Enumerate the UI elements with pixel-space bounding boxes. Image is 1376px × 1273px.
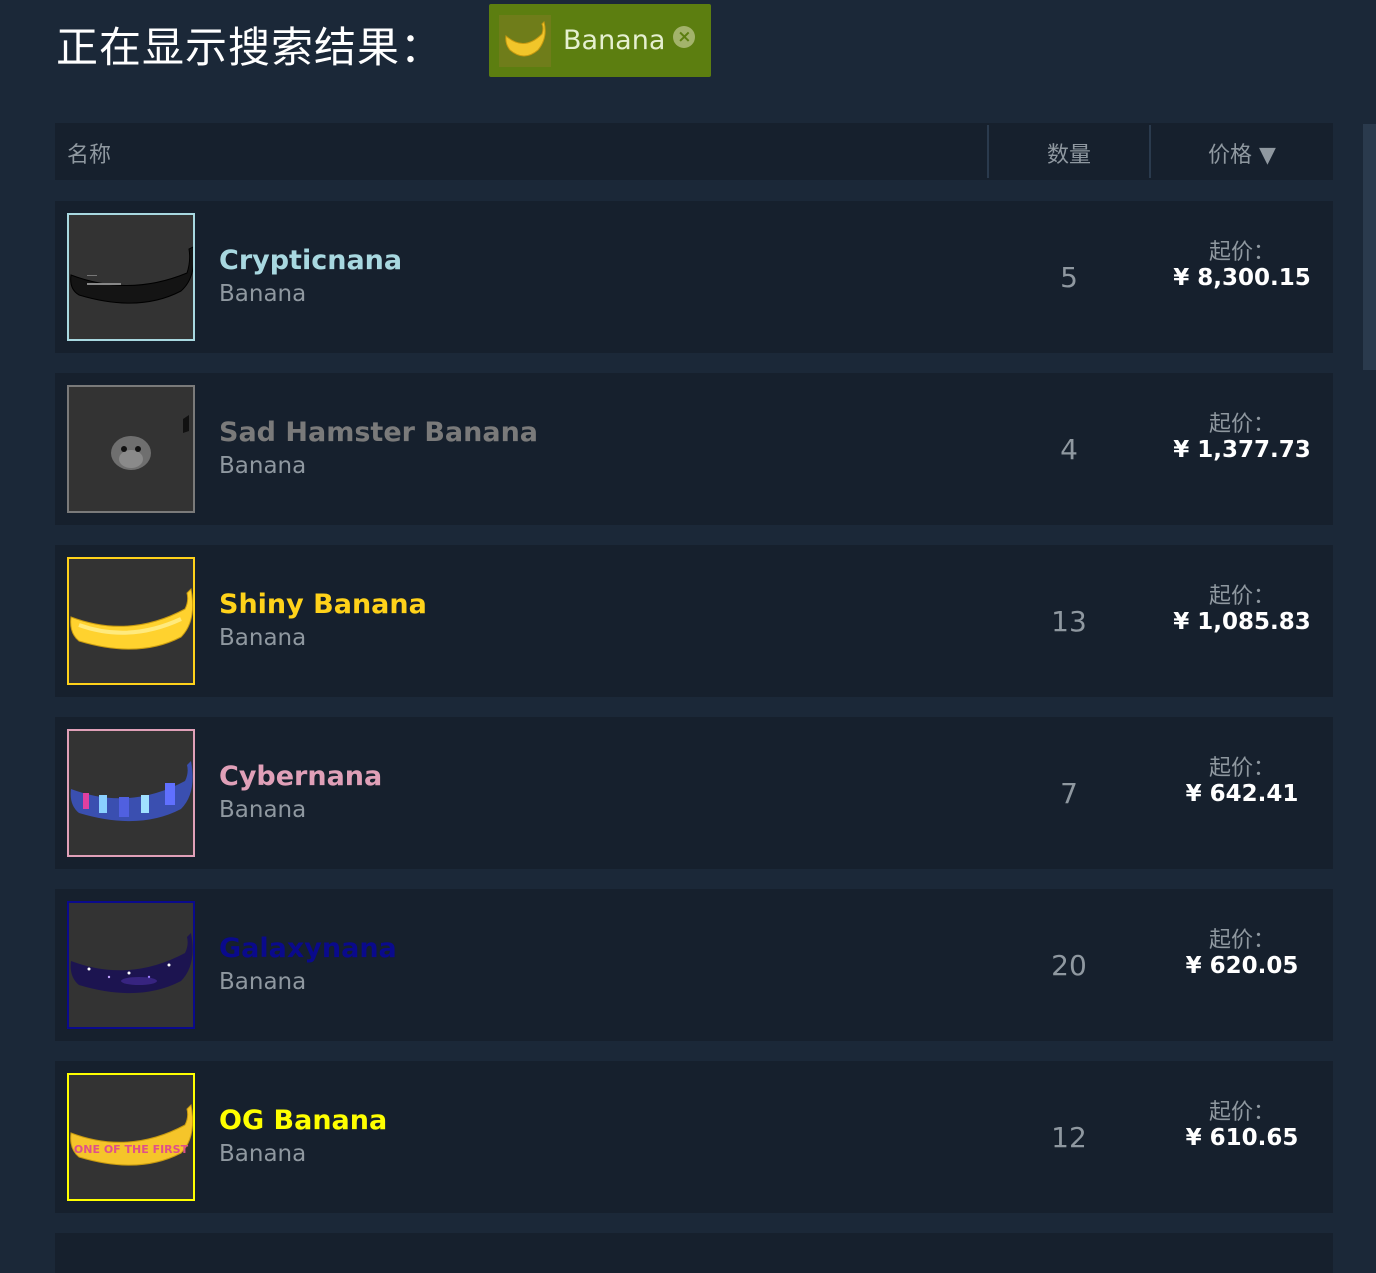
scrollbar[interactable] <box>1363 124 1376 370</box>
item-thumbnail <box>67 901 195 1029</box>
close-circle-icon[interactable]: × <box>673 25 696 48</box>
item-quantity: 12 <box>1051 1121 1087 1154</box>
result-row[interactable]: Sad Hamster Banana Banana 4 起价： ¥ 1,377.… <box>55 373 1333 525</box>
item-game: Banana <box>219 797 307 823</box>
price-label: 起价： <box>1208 584 1275 609</box>
yellow-banana-icon <box>69 559 193 683</box>
result-row[interactable]: Cybernana Banana 7 起价： ¥ 642.41 <box>55 717 1333 869</box>
item-price: ¥ 642.41 <box>1185 781 1299 807</box>
price-label: 起价： <box>1208 240 1275 265</box>
item-name[interactable]: Shiny Banana <box>219 589 427 620</box>
table-header: 名称 数量 价格 ▼ <box>55 123 1333 180</box>
column-header-quantity[interactable]: 数量 <box>989 137 1149 169</box>
item-price: ¥ 610.65 <box>1185 1125 1299 1151</box>
og-banana-overlay-text: ONE OF THE FIRST <box>74 1143 189 1156</box>
cyber-banana-icon <box>69 731 193 855</box>
item-price: ¥ 1,377.73 <box>1173 437 1311 463</box>
item-thumbnail: ONE OF THE FIRST <box>67 1073 195 1201</box>
black-banana-icon <box>69 215 193 339</box>
price-label: 起价： <box>1208 1100 1275 1125</box>
item-quantity: 5 <box>1060 261 1078 294</box>
column-header-price-sort[interactable]: 价格 ▼ <box>1151 137 1333 169</box>
price-label: 起价： <box>1208 928 1275 953</box>
item-thumbnail <box>67 213 195 341</box>
hamster-banana-icon <box>69 387 193 511</box>
item-game: Banana <box>219 625 307 651</box>
item-name[interactable]: Crypticnana <box>219 245 402 276</box>
item-quantity: 7 <box>1060 777 1078 810</box>
galaxy-banana-icon <box>69 903 193 1027</box>
result-row[interactable]: Crypticnana Banana 5 起价： ¥ 8,300.15 <box>55 201 1333 353</box>
item-game: Banana <box>219 281 307 307</box>
result-row[interactable]: ONE OF THE FIRST OG Banana Banana 12 起价：… <box>55 1061 1333 1213</box>
column-header-name[interactable]: 名称 <box>67 137 111 169</box>
item-game: Banana <box>219 969 307 995</box>
item-price: ¥ 8,300.15 <box>1173 265 1311 291</box>
results-list: Crypticnana Banana 5 起价： ¥ 8,300.15 Sad … <box>55 201 1333 1233</box>
item-name[interactable]: Cybernana <box>219 761 382 792</box>
price-label: 起价： <box>1208 412 1275 437</box>
item-name[interactable]: Sad Hamster Banana <box>219 417 538 448</box>
item-price: ¥ 1,085.83 <box>1173 609 1311 635</box>
item-thumbnail <box>67 729 195 857</box>
item-game: Banana <box>219 453 307 479</box>
item-quantity: 13 <box>1051 605 1087 638</box>
item-thumbnail <box>67 557 195 685</box>
item-price: ¥ 620.05 <box>1185 953 1299 979</box>
item-quantity: 20 <box>1051 949 1087 982</box>
item-name[interactable]: Galaxynana <box>219 933 397 964</box>
result-row[interactable]: Shiny Banana Banana 13 起价： ¥ 1,085.83 <box>55 545 1333 697</box>
banana-icon <box>499 14 551 67</box>
result-row[interactable] <box>55 1233 1333 1273</box>
filter-tag-banana[interactable]: Banana × <box>489 4 711 77</box>
search-results-heading: 正在显示搜索结果： <box>56 23 444 72</box>
result-row[interactable]: Galaxynana Banana 20 起价： ¥ 620.05 <box>55 889 1333 1041</box>
item-name[interactable]: OG Banana <box>219 1105 387 1136</box>
price-label: 起价： <box>1208 756 1275 781</box>
item-thumbnail <box>67 385 195 513</box>
item-quantity: 4 <box>1060 433 1078 466</box>
item-game: Banana <box>219 1141 307 1167</box>
og-banana-icon: ONE OF THE FIRST <box>69 1075 193 1199</box>
filter-tag-label: Banana <box>563 25 666 56</box>
